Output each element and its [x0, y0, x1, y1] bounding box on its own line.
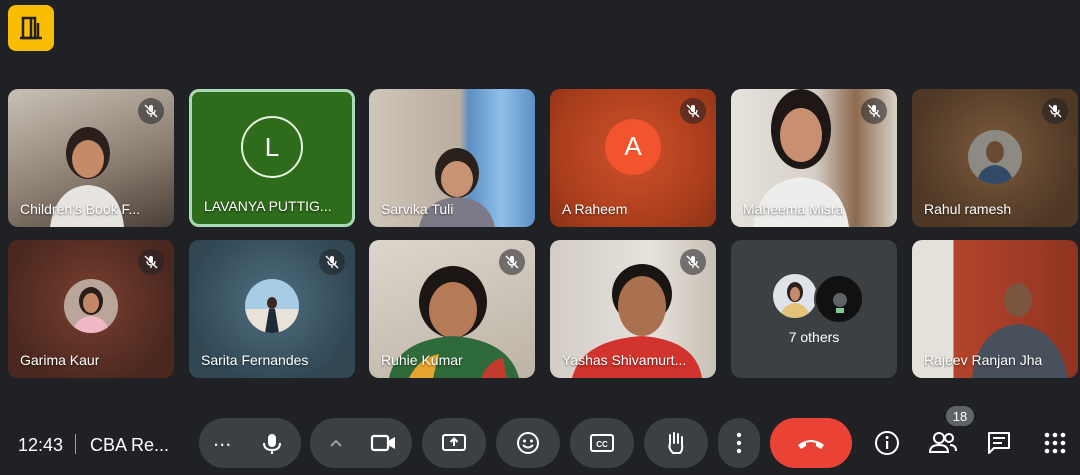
more-options-button[interactable]: ...	[213, 428, 231, 450]
muted-icon	[319, 249, 345, 275]
app-icon[interactable]	[8, 5, 54, 51]
muted-icon	[680, 98, 706, 124]
end-call-button[interactable]	[770, 418, 852, 468]
present-screen-icon	[442, 434, 466, 451]
more-vert-icon	[736, 432, 742, 454]
participant-name: Sarita Fernandes	[201, 352, 309, 368]
muted-icon	[499, 249, 525, 275]
bottom-toolbar: 12:43 CBA Re... ... CC	[0, 412, 1080, 475]
participant-tile[interactable]: Garima Kaur	[8, 240, 174, 378]
others-tile[interactable]: 7 others	[731, 240, 897, 378]
participant-name: LAVANYA PUTTIG...	[204, 198, 332, 214]
raise-hand-icon	[668, 432, 684, 454]
info-button[interactable]	[872, 428, 902, 458]
chat-button[interactable]	[984, 428, 1014, 458]
info-icon	[875, 431, 899, 455]
participant-tile[interactable]: A A Raheem	[550, 89, 716, 227]
camera-group	[310, 418, 412, 468]
participant-name: Sarvika Tuli	[381, 201, 454, 217]
people-button[interactable]	[928, 428, 958, 458]
present-screen-button[interactable]	[422, 418, 486, 468]
avatar: A	[605, 118, 661, 175]
participant-name: Rajeev Ranjan Jha	[924, 352, 1043, 368]
activities-button[interactable]	[1040, 428, 1070, 458]
more-mic-group: ...	[199, 418, 301, 468]
participant-name: Maheema Misra	[743, 201, 844, 217]
muted-icon	[680, 249, 706, 275]
avatar	[814, 274, 864, 324]
captions-icon: CC	[590, 434, 614, 452]
avatar: L	[241, 116, 303, 179]
end-call-icon	[798, 440, 824, 449]
muted-icon	[861, 98, 887, 124]
svg-text:CC: CC	[596, 440, 608, 449]
avatar	[245, 279, 299, 334]
participant-tile[interactable]: Sarita Fernandes	[189, 240, 355, 378]
chat-icon	[988, 432, 1010, 454]
avatar	[773, 274, 817, 318]
emoji-icon	[517, 432, 539, 454]
muted-icon	[1042, 98, 1068, 124]
participant-name: A Raheem	[562, 201, 628, 217]
people-icon	[928, 432, 957, 453]
others-label: 7 others	[788, 329, 840, 345]
participant-name: Ruhie Kumar	[381, 352, 463, 368]
participant-tile[interactable]: L LAVANYA PUTTIG...	[189, 89, 355, 227]
emoji-button[interactable]	[496, 418, 560, 468]
participant-name: Rahul ramesh	[924, 201, 1012, 217]
meeting-title[interactable]: CBA Re...	[90, 435, 169, 456]
more-vert-button[interactable]	[718, 418, 760, 468]
participant-tile[interactable]: Yashas Shivamurt...	[550, 240, 716, 378]
door-icon	[20, 16, 42, 40]
participant-tile[interactable]: Sarvika Tuli	[369, 89, 535, 227]
participant-tile[interactable]: Children's Book F...	[8, 89, 174, 227]
divider	[75, 434, 76, 454]
avatar	[968, 129, 1022, 184]
muted-icon	[138, 249, 164, 275]
chevron-up-icon[interactable]	[328, 436, 344, 450]
camera-icon[interactable]	[370, 432, 398, 454]
participant-tile[interactable]: Rahul ramesh	[912, 89, 1078, 227]
participant-name: Yashas Shivamurt...	[562, 352, 687, 368]
participant-name: Garima Kaur	[20, 352, 100, 368]
meeting-time: 12:43	[18, 435, 64, 455]
participant-name: Children's Book F...	[20, 201, 141, 217]
participants-count-badge: 18	[946, 406, 974, 426]
raise-hand-button[interactable]	[644, 418, 708, 468]
participant-tile[interactable]: Rajeev Ranjan Jha	[912, 240, 1078, 378]
avatar-letter: L	[264, 131, 280, 162]
avatar-letter: A	[624, 131, 642, 162]
captions-button[interactable]: CC	[570, 418, 634, 468]
grid-icon	[1044, 432, 1066, 454]
muted-icon	[138, 98, 164, 124]
microphone-icon[interactable]	[261, 432, 283, 456]
participant-tile[interactable]: Ruhie Kumar	[369, 240, 535, 378]
avatar	[64, 279, 118, 334]
participant-tile[interactable]: Maheema Misra	[731, 89, 897, 227]
